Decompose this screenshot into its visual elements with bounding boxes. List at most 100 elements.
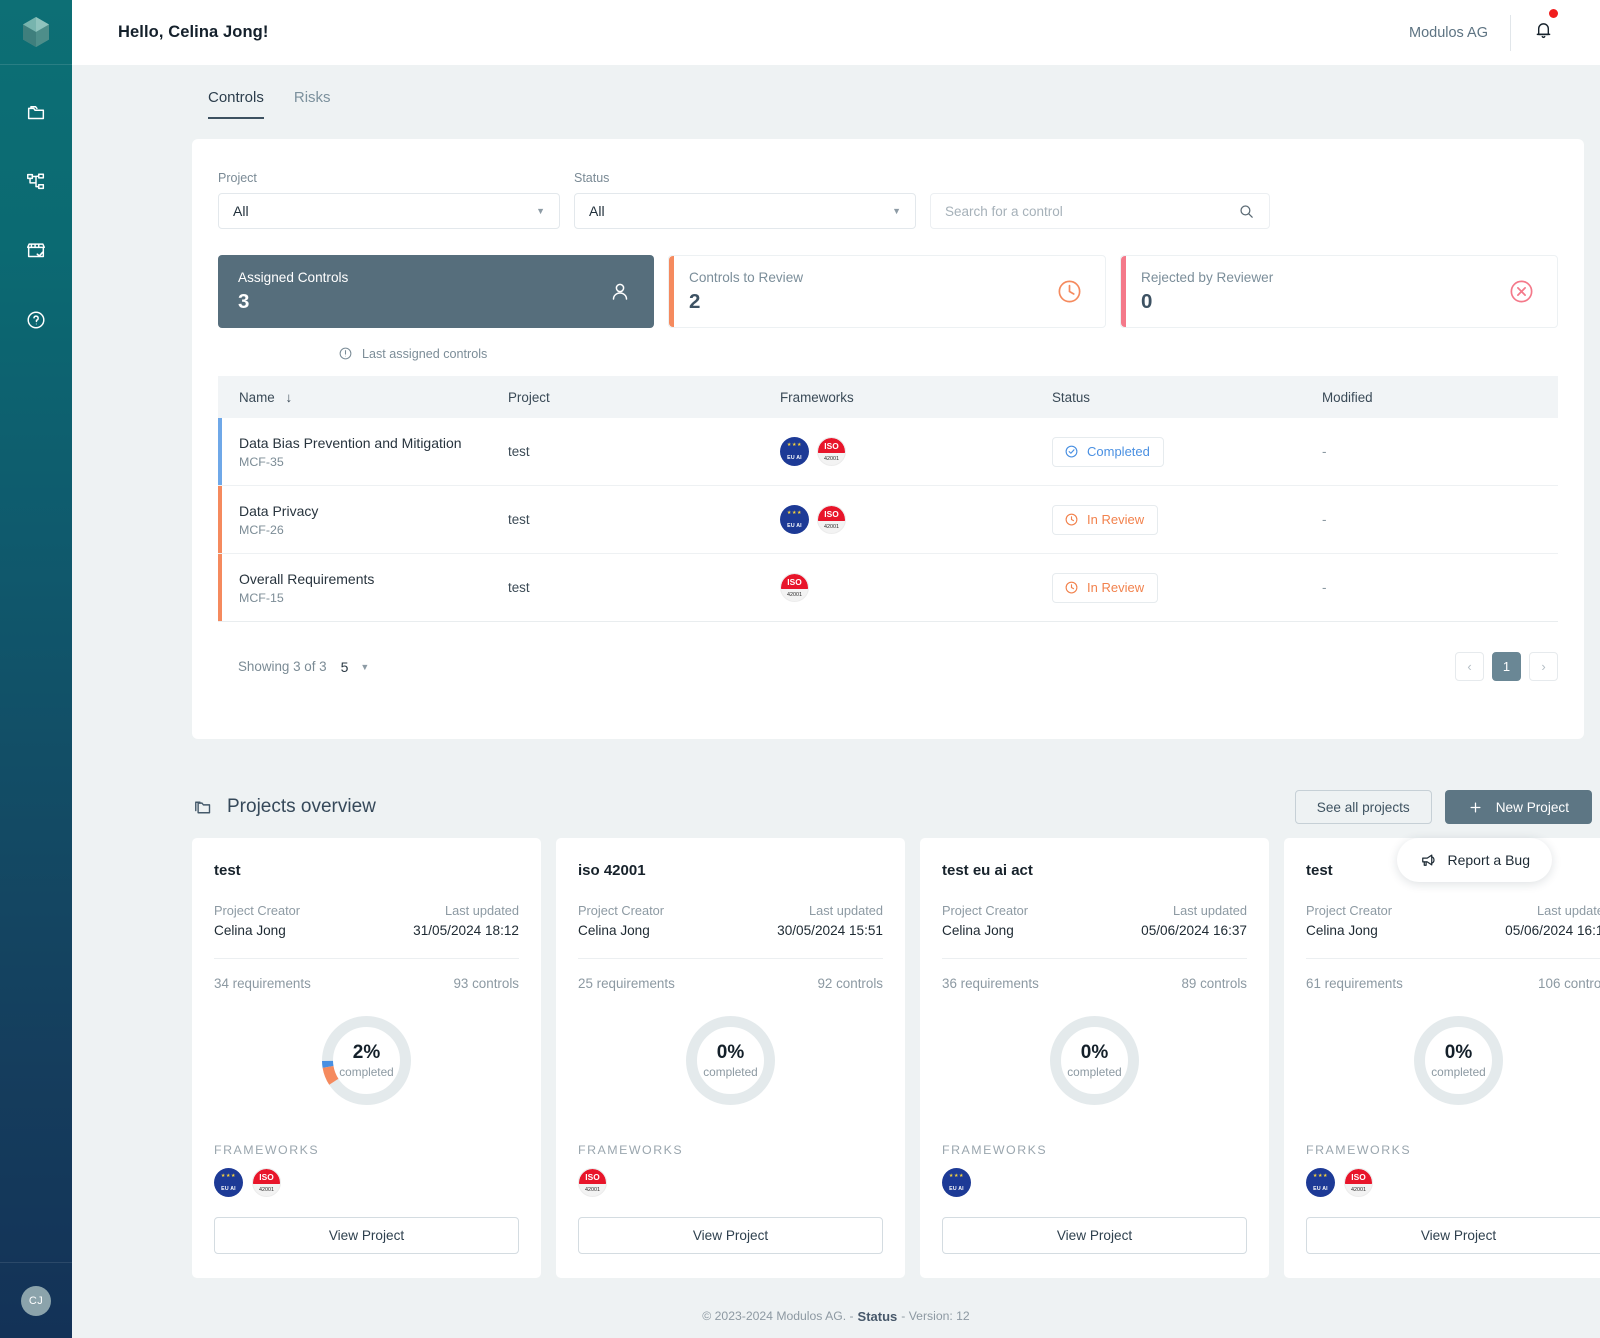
table-row[interactable]: Overall Requirements MCF-15 test ISO 420… xyxy=(218,554,1558,622)
creator-value: Celina Jong xyxy=(942,923,1028,938)
org-name[interactable]: Modulos AG xyxy=(1409,25,1510,41)
main-area: Hello, Celina Jong! Modulos AG Controls … xyxy=(72,0,1600,1338)
view-project-button[interactable]: View Project xyxy=(214,1217,519,1254)
pagination-page-1[interactable]: 1 xyxy=(1492,652,1521,681)
stat-cards: Assigned Controls 3 Controls to Review 2 xyxy=(192,229,1584,328)
progress-donut: 0% completed xyxy=(684,1014,777,1107)
status-filter-select[interactable]: All ▼ xyxy=(574,193,916,229)
column-header-name[interactable]: Name ↓ xyxy=(218,390,508,405)
column-header-project[interactable]: Project xyxy=(508,390,780,405)
eu-ai-label: EU AI xyxy=(787,455,802,466)
framework-badge-iso-42001: ISO 42001 xyxy=(780,573,809,602)
row-accent-bar xyxy=(218,554,222,621)
cell-frameworks: ISO 42001 xyxy=(780,573,1052,602)
column-header-frameworks[interactable]: Frameworks xyxy=(780,390,1052,405)
framework-badge-iso-42001: ISO 42001 xyxy=(1344,1168,1373,1197)
search-placeholder: Search for a control xyxy=(945,204,1063,219)
frameworks-heading: FRAMEWORKS xyxy=(214,1143,519,1157)
divider xyxy=(1306,958,1600,959)
status-label: In Review xyxy=(1087,512,1144,527)
sidebar-item-frameworks[interactable] xyxy=(16,162,56,202)
progress-percent: 0% xyxy=(1081,1042,1108,1064)
progress-donut: 0% completed xyxy=(1412,1014,1505,1107)
info-circle-icon xyxy=(338,346,353,361)
creator-value: Celina Jong xyxy=(214,923,300,938)
new-project-button[interactable]: New Project xyxy=(1445,790,1592,824)
framework-badge-eu-ai: ★★★ EU AI xyxy=(214,1168,243,1197)
project-card-counts: 36 requirements 89 controls xyxy=(942,976,1247,991)
eu-stars: ★★★ xyxy=(214,1173,243,1179)
tab-controls[interactable]: Controls xyxy=(208,89,264,119)
iso-label: ISO xyxy=(579,1169,606,1184)
view-project-button[interactable]: View Project xyxy=(1306,1217,1600,1254)
stat-card-rejected-by-reviewer[interactable]: Rejected by Reviewer 0 xyxy=(1120,255,1558,328)
stat-value: 3 xyxy=(238,290,348,314)
app-logo[interactable] xyxy=(0,0,72,65)
showing-count: Showing 3 of 3 xyxy=(238,659,327,674)
cell-status: In Review xyxy=(1052,505,1322,535)
eu-stars: ★★★ xyxy=(780,442,809,448)
topbar-right: Modulos AG xyxy=(1409,15,1572,51)
column-header-modified[interactable]: Modified xyxy=(1322,390,1558,405)
requirements-count: 61 requirements xyxy=(1306,976,1403,991)
project-card-meta: Project Creator Celina Jong Last updated… xyxy=(1306,903,1600,938)
eu-stars: ★★★ xyxy=(780,510,809,516)
frameworks-list: ★★★ EU AI xyxy=(942,1168,1247,1197)
view-project-button[interactable]: View Project xyxy=(578,1217,883,1254)
control-code: MCF-35 xyxy=(239,455,508,469)
column-header-label: Name xyxy=(239,390,275,405)
iso-number: 42001 xyxy=(1345,1187,1372,1193)
report-bug-button[interactable]: Report a Bug xyxy=(1397,838,1553,882)
status-badge[interactable]: In Review xyxy=(1052,573,1158,603)
view-project-button[interactable]: View Project xyxy=(942,1217,1247,1254)
stat-card-assigned-controls[interactable]: Assigned Controls 3 xyxy=(218,255,654,328)
stat-card-controls-to-review[interactable]: Controls to Review 2 xyxy=(668,255,1106,328)
progress-label: completed xyxy=(1067,1065,1121,1079)
notifications-button[interactable] xyxy=(1511,19,1572,46)
cell-frameworks: ★★★ EU AI ISO 42001 xyxy=(780,505,1052,534)
clock-icon xyxy=(1064,580,1079,595)
iso-number: 42001 xyxy=(818,456,845,462)
project-card[interactable]: test Project Creator Celina Jong Last up… xyxy=(192,838,541,1278)
creator-label: Project Creator xyxy=(1306,903,1392,918)
controls-panel: Project All ▼ Status All ▼ Search for a … xyxy=(192,139,1584,739)
project-card[interactable]: iso 42001 Project Creator Celina Jong La… xyxy=(556,838,905,1278)
project-card[interactable]: test Project Creator Celina Jong Last up… xyxy=(1284,838,1600,1278)
frameworks-heading: FRAMEWORKS xyxy=(1306,1143,1600,1157)
controls-table: Name ↓ Project Frameworks Status Modifie… xyxy=(218,376,1558,622)
table-row[interactable]: Data Privacy MCF-26 test ★★★ EU AI ISO 4… xyxy=(218,486,1558,554)
sidebar-item-marketplace[interactable] xyxy=(16,231,56,271)
status-filter-value: All xyxy=(589,203,605,219)
pagination-next-button[interactable]: › xyxy=(1529,652,1558,681)
clock-icon xyxy=(1056,278,1083,305)
eu-ai-label: EU AI xyxy=(221,1186,236,1197)
eu-stars: ★★★ xyxy=(942,1173,971,1179)
tab-risks[interactable]: Risks xyxy=(294,89,331,119)
status-badge[interactable]: Completed xyxy=(1052,437,1164,467)
project-filter-select[interactable]: All ▼ xyxy=(218,193,560,229)
cell-modified: - xyxy=(1322,444,1558,459)
updated-label: Last updated xyxy=(1505,903,1600,918)
sidebar-item-help[interactable] xyxy=(16,300,56,340)
modulos-cube-logo-icon xyxy=(21,16,51,48)
frameworks-list: ★★★ EU AI ISO 42001 xyxy=(1306,1168,1600,1197)
sidebar-nav xyxy=(0,93,72,340)
creator-value: Celina Jong xyxy=(578,923,664,938)
progress-percent: 0% xyxy=(717,1042,744,1064)
topbar: Hello, Celina Jong! Modulos AG xyxy=(72,0,1600,65)
cell-name: Data Privacy MCF-26 xyxy=(218,503,508,537)
footer-status-link[interactable]: Status xyxy=(858,1309,898,1324)
avatar[interactable]: CJ xyxy=(21,1286,51,1316)
see-all-projects-button[interactable]: See all projects xyxy=(1295,790,1432,824)
sidebar-item-projects[interactable] xyxy=(16,93,56,133)
status-badge[interactable]: In Review xyxy=(1052,505,1158,535)
pagination-prev-button[interactable]: ‹ xyxy=(1455,652,1484,681)
table-row[interactable]: Data Bias Prevention and Mitigation MCF-… xyxy=(218,418,1558,486)
column-header-status[interactable]: Status xyxy=(1052,390,1322,405)
status-label: Completed xyxy=(1087,444,1150,459)
divider xyxy=(214,958,519,959)
notification-dot xyxy=(1549,9,1558,18)
per-page-select[interactable]: 5 ▼ xyxy=(341,659,370,675)
search-input[interactable]: Search for a control xyxy=(930,193,1270,229)
project-card[interactable]: test eu ai act Project Creator Celina Jo… xyxy=(920,838,1269,1278)
